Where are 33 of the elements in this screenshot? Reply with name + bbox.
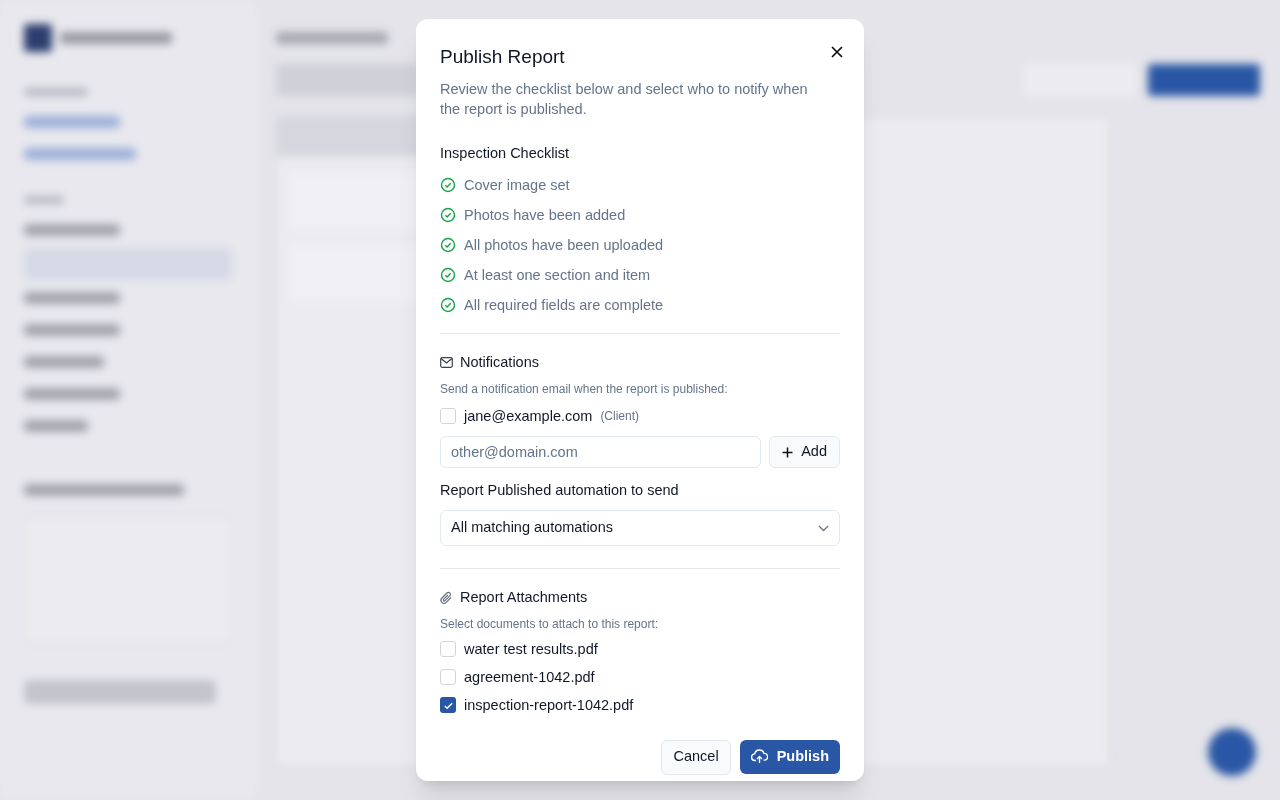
section-hint: Select documents to attach to this report: [440, 615, 660, 633]
checklist-item: All photos have been uploaded [464, 235, 664, 255]
cloud-upload-icon [750, 749, 768, 765]
recipient-email: jane@example.com [464, 406, 593, 426]
add-button[interactable]: Add [769, 436, 840, 469]
close-icon[interactable] [830, 45, 844, 59]
checkbox[interactable] [440, 669, 456, 686]
cancel-button[interactable]: Cancel [661, 739, 731, 775]
section-heading: Inspection Checklist [440, 144, 570, 163]
section-hint: Send a notification email when the report is published: [440, 380, 729, 398]
field-label: Report Published automation to send [440, 481, 680, 501]
email-input-field[interactable]: other@domain.com [440, 436, 762, 469]
file-name: water test results.pdf [464, 640, 598, 658]
dialog-title: Publish Report [440, 45, 565, 69]
section-heading: Report Attachments [460, 588, 588, 607]
automation-select[interactable]: All matching automations [440, 510, 840, 546]
mail-icon [440, 357, 453, 369]
publish-button[interactable]: Publish [739, 739, 840, 774]
paperclip-icon [440, 590, 453, 605]
section-heading: Notifications [460, 352, 539, 372]
checkbox[interactable] [440, 408, 456, 425]
checklist-item: At least one section and item [464, 265, 651, 285]
dialog-description: Review the checklist below and select who to notify when the report is published. [440, 80, 809, 119]
checkbox[interactable] [440, 641, 456, 658]
checklist-item: Photos have been added [464, 205, 626, 225]
checklist-item: Cover image set [464, 175, 570, 195]
checkbox[interactable] [440, 697, 456, 714]
recipient-role: (Client) [600, 408, 640, 426]
chevron-down-icon [818, 524, 829, 532]
file-name: inspection-report-1042.pdf [464, 696, 634, 714]
file-name: agreement-1042.pdf [464, 668, 595, 686]
plus-icon [782, 446, 794, 458]
checklist-item: All required fields are complete [464, 295, 664, 315]
